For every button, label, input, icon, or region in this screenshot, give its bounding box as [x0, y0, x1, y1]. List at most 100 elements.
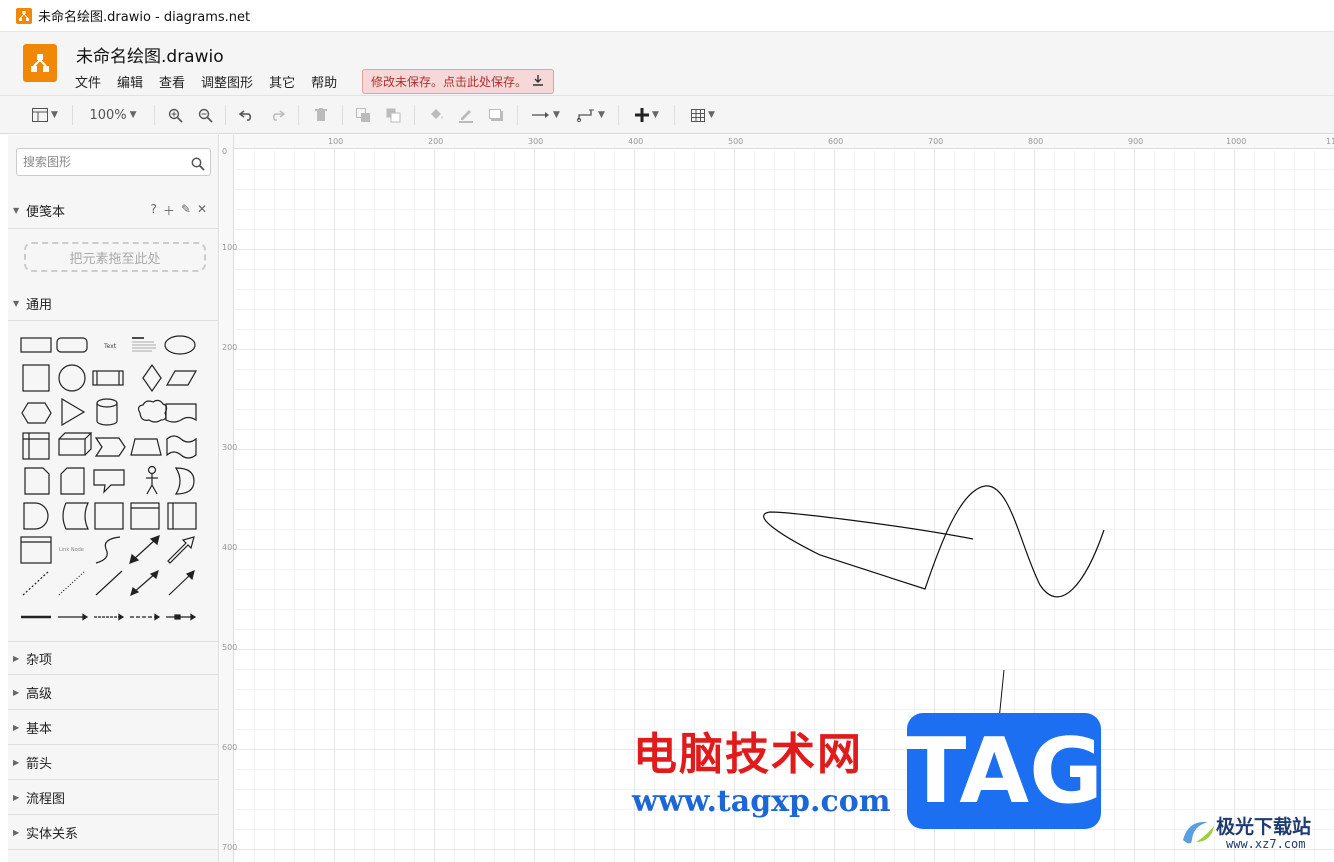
zoom-in-button[interactable]: [165, 104, 185, 126]
zoom-out-icon: [198, 108, 213, 123]
zoom-value: 100%: [89, 107, 127, 123]
close-icon[interactable]: ✕: [197, 202, 207, 219]
shape-step: [94, 437, 126, 457]
section-entity-relation[interactable]: ▶ 实体关系: [8, 816, 218, 850]
plus-icon: [635, 108, 650, 122]
unsaved-changes-button[interactable]: 修改未保存。点击此处保存。: [362, 69, 554, 94]
paint-bucket-icon: [431, 109, 443, 119]
line-color-button[interactable]: [456, 104, 476, 126]
shape-cloud: [137, 399, 168, 423]
shape-or: [174, 467, 195, 495]
to-front-icon: [355, 107, 370, 122]
add-icon[interactable]: ＋: [163, 202, 175, 219]
shadow-icon: [488, 108, 503, 121]
menu-extras[interactable]: 其它: [269, 72, 295, 91]
to-back-icon: [386, 108, 400, 122]
shape-card: [60, 467, 85, 495]
shape-arrow-link: [58, 613, 89, 621]
menu-edit[interactable]: 编辑: [117, 72, 143, 91]
shape-curve: [95, 536, 121, 564]
basic-label: 基本: [26, 722, 53, 737]
section-scratchpad[interactable]: ▼ 便笺本 ? ＋ ✎ ✕: [8, 193, 218, 229]
corner-watermark-title: 极光下载站: [1216, 816, 1312, 838]
shape-square: [22, 364, 50, 392]
insert-button[interactable]: ▼: [630, 104, 664, 126]
swirl-logo-icon: [1183, 821, 1214, 844]
zoom-out-button[interactable]: [195, 104, 215, 126]
panel-layout-icon: [32, 108, 49, 122]
section-general[interactable]: ▼ 通用: [8, 287, 218, 321]
general-shapes-palette[interactable]: Text Link Node: [16, 327, 211, 627]
to-back-button[interactable]: [383, 104, 403, 126]
table-icon: [691, 108, 706, 122]
section-basic[interactable]: ▶ 基本: [8, 711, 218, 745]
format-panel-toggle[interactable]: ▼: [28, 104, 62, 126]
collapsed-triangle-icon: ▶: [13, 688, 20, 697]
section-misc[interactable]: ▶ 杂项: [8, 641, 218, 675]
shape-search-input[interactable]: 搜索图形: [16, 148, 211, 176]
shape-dashed-arrow-link: [94, 613, 125, 621]
shape-rectangle: [20, 337, 52, 353]
corner-watermark-url: www.xz7.com: [1226, 837, 1306, 851]
section-flowchart[interactable]: ▶ 流程图: [8, 781, 218, 815]
shadow-button[interactable]: [486, 104, 506, 126]
shape-text: Text: [103, 343, 117, 350]
arrows-label: 箭头: [26, 757, 53, 772]
watermark-cn-text: 电脑技术网: [633, 729, 863, 780]
help-icon[interactable]: ?: [150, 202, 156, 219]
table-button[interactable]: ▼: [686, 104, 720, 126]
connection-style-button[interactable]: ▼: [528, 104, 564, 126]
menu-help[interactable]: 帮助: [311, 72, 337, 91]
shape-dotted-arrow-link: [130, 613, 161, 621]
fill-color-button[interactable]: [426, 104, 446, 126]
general-label: 通用: [26, 298, 53, 313]
shape-bidirectional-arrow: [129, 535, 160, 564]
menu-arrange[interactable]: 调整图形: [201, 72, 253, 91]
redo-button[interactable]: [267, 104, 287, 126]
shape-callout: [93, 469, 125, 494]
shape-actor: [146, 465, 158, 495]
collapsed-triangle-icon: ▶: [13, 653, 20, 663]
watermark-url: www.tagxp.com: [632, 784, 891, 819]
waypoints-button[interactable]: ▼: [574, 104, 608, 126]
shape-internal-storage: [22, 432, 50, 460]
edit-pencil-icon[interactable]: ✎: [181, 202, 191, 219]
zoom-select[interactable]: 100% ▼: [84, 104, 142, 126]
section-arrows[interactable]: ▶ 箭头: [8, 746, 218, 780]
corner-watermark: 极光下载站 www.xz7.com: [1178, 808, 1328, 854]
collapsed-triangle-icon: ▶: [13, 828, 20, 837]
shape-dotted-line: [58, 570, 86, 596]
shape-container: [94, 502, 124, 530]
shape-link-label: Link Node: [59, 547, 84, 553]
section-advanced[interactable]: ▶ 高级: [8, 676, 218, 710]
shape-ellipse: [164, 335, 196, 355]
document-title[interactable]: 未命名绘图.drawio: [76, 42, 224, 67]
shape-parallelogram: [165, 370, 198, 386]
shape-textbox: [132, 337, 156, 352]
shape-tape: [166, 435, 197, 459]
shape-circle: [58, 364, 86, 392]
pencil-icon: [459, 110, 473, 123]
scratchpad-label: 便笺本: [26, 205, 66, 220]
delete-button[interactable]: [311, 104, 331, 126]
shape-hexagon: [21, 402, 52, 424]
window-title: 未命名绘图.drawio - diagrams.net: [38, 10, 251, 25]
collapsed-triangle-icon: ▶: [13, 758, 20, 767]
download-icon: [531, 73, 545, 90]
shape-list: [20, 536, 52, 564]
menu-view[interactable]: 查看: [159, 72, 185, 91]
to-front-button[interactable]: [353, 104, 373, 126]
expanded-triangle-icon: ▼: [13, 206, 20, 215]
scratchpad-dropzone[interactable]: 把元素拖至此处: [24, 242, 206, 272]
menu-file[interactable]: 文件: [75, 72, 101, 91]
shape-triangle: [61, 397, 86, 427]
drawio-app-icon: [16, 7, 32, 24]
menu-bar: 文件 编辑 查看 调整图形 其它 帮助: [75, 72, 353, 91]
shape-dashed-line: [22, 570, 50, 596]
search-placeholder: 搜索图形: [23, 155, 72, 169]
shape-note: [24, 467, 50, 495]
shape-cube: [58, 432, 93, 456]
search-icon[interactable]: [191, 154, 205, 180]
drawio-logo[interactable]: [23, 44, 57, 82]
undo-button[interactable]: [237, 104, 257, 126]
